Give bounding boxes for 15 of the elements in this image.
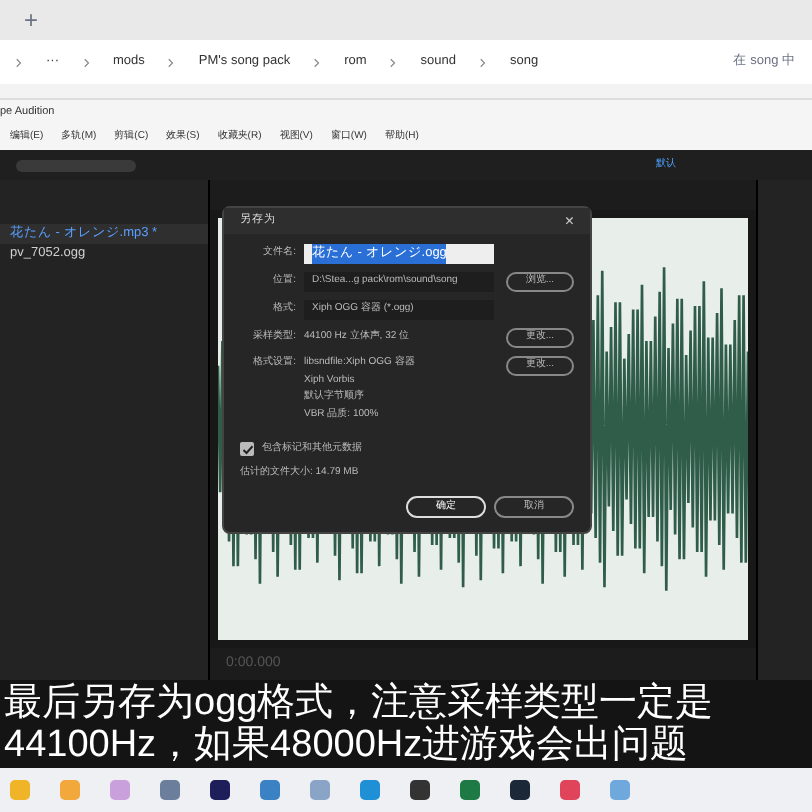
taskbar-app-icon[interactable] <box>508 778 532 802</box>
taskbar-app-icon[interactable] <box>208 778 232 802</box>
chevron-right-icon <box>168 57 175 67</box>
close-button[interactable]: × <box>564 209 574 233</box>
chevron-right-icon <box>83 57 89 67</box>
chevron-right-icon <box>480 57 487 67</box>
subtitle-line: 最后另存为ogg格式，注意采样类型一定是 <box>4 682 716 724</box>
chevron-right-icon <box>314 57 321 67</box>
chevron-right-icon <box>16 57 22 67</box>
taskbar-app-icon[interactable] <box>408 778 432 802</box>
metadata-checkbox[interactable] <box>240 442 254 457</box>
new-tab-button[interactable]: + <box>24 2 39 38</box>
subtitle-line: 44100Hz，如果48000Hz进游戏会出问题 <box>4 724 691 766</box>
chevron-right-icon <box>390 57 397 67</box>
checkmark-icon <box>241 443 253 456</box>
